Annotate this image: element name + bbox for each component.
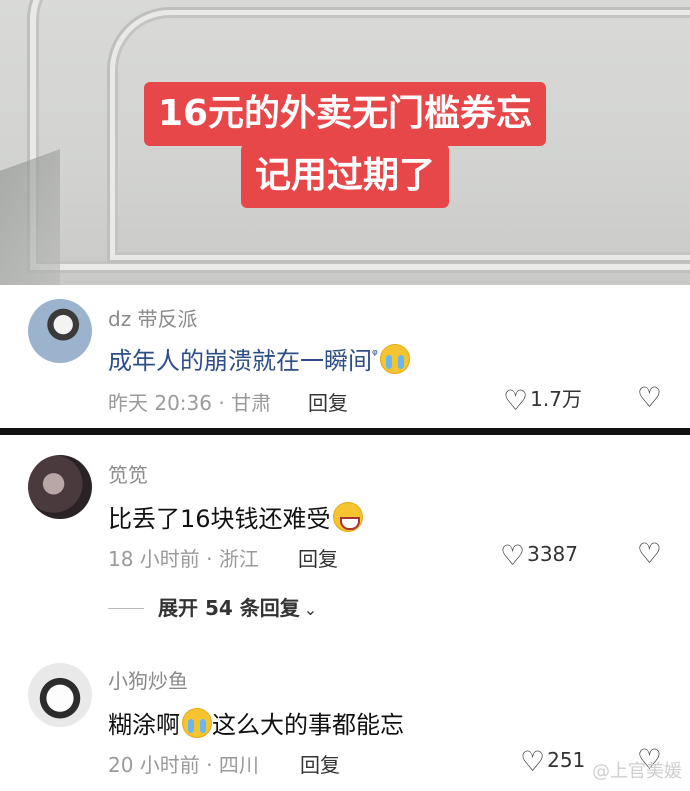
comment-item: dz 带反派 成年人的崩溃就在一瞬间ᵠ 昨天 20:36 · 甘肃 回复 ♡ 1.… [0, 285, 690, 428]
comment-item: 小狗炒鱼 糊涂啊 这么大的事都能忘 20 小时前 · 四川 回复 ♡ 251 ♡ [0, 645, 690, 791]
comment-text[interactable]: 糊涂啊 这么大的事都能忘 [108, 705, 404, 740]
comment-username[interactable]: 笕笕 [108, 459, 148, 488]
comment-body-end: 这么大的事都能忘 [212, 711, 404, 739]
comment-item: 笕笕 比丢了16块钱还难受 18 小时前 · 浙江 回复 ♡ 3387 ♡ [0, 435, 690, 645]
comment-username[interactable]: dz 带反派 [108, 303, 198, 332]
reply-button[interactable]: 回复 [308, 387, 348, 416]
avatar[interactable] [28, 663, 92, 727]
comment-meta: 20 小时前 · 四川 [108, 753, 259, 777]
comment-meta: 18 小时前 · 浙江 [108, 547, 259, 571]
comment-meta: 昨天 20:36 · 甘肃 [108, 391, 272, 415]
chevron-down-icon: ⌄ [303, 600, 318, 619]
caption-line-1: 16元的外卖无门槛券忘 [143, 82, 547, 146]
caption-line-2: 记用过期了 [240, 144, 449, 208]
expand-line [108, 608, 144, 609]
heart-icon: ♡ [500, 539, 526, 572]
comment-body: 成年人的崩溃就在一瞬间 [108, 347, 372, 375]
comment-body: 比丢了16块钱还难受 [108, 505, 331, 533]
watermark: @上官美媛 [592, 761, 682, 782]
expand-replies[interactable]: 展开 54 条回复 ⌄ [108, 592, 317, 621]
like-count: 3387 [527, 542, 579, 566]
dislike-icon[interactable]: ♡ [637, 381, 662, 414]
like-button[interactable]: ♡ 251 [520, 745, 585, 778]
grinning-emoji-icon [332, 502, 363, 532]
video-caption: 16元的外卖无门槛券忘 记用过期了 [0, 82, 690, 208]
heart-icon: ♡ [520, 745, 546, 778]
reply-button[interactable]: 回复 [300, 749, 340, 778]
search-icon[interactable]: ᵠ [372, 347, 378, 363]
like-button[interactable]: ♡ 1.7万 [503, 383, 582, 417]
reply-button[interactable]: 回复 [298, 543, 338, 572]
crying-emoji-icon [379, 344, 410, 374]
heart-icon: ♡ [503, 384, 529, 417]
comment-username[interactable]: 小狗炒鱼 [108, 665, 188, 694]
video-frame[interactable]: 16元的外卖无门槛券忘 记用过期了 [0, 0, 690, 285]
comment-text[interactable]: 成年人的崩溃就在一瞬间ᵠ [108, 341, 410, 376]
dislike-icon[interactable]: ♡ [637, 537, 662, 570]
avatar[interactable] [28, 455, 92, 519]
divider [0, 428, 690, 435]
comment-body-start: 糊涂啊 [108, 711, 180, 739]
like-button[interactable]: ♡ 3387 [500, 539, 578, 572]
comment-text[interactable]: 比丢了16块钱还难受 [108, 499, 363, 534]
like-count: 1.7万 [530, 387, 582, 411]
avatar[interactable] [28, 299, 92, 363]
like-count: 251 [547, 748, 586, 772]
expand-replies-label: 展开 54 条回复 [158, 596, 300, 620]
crying-emoji-icon [182, 708, 212, 738]
